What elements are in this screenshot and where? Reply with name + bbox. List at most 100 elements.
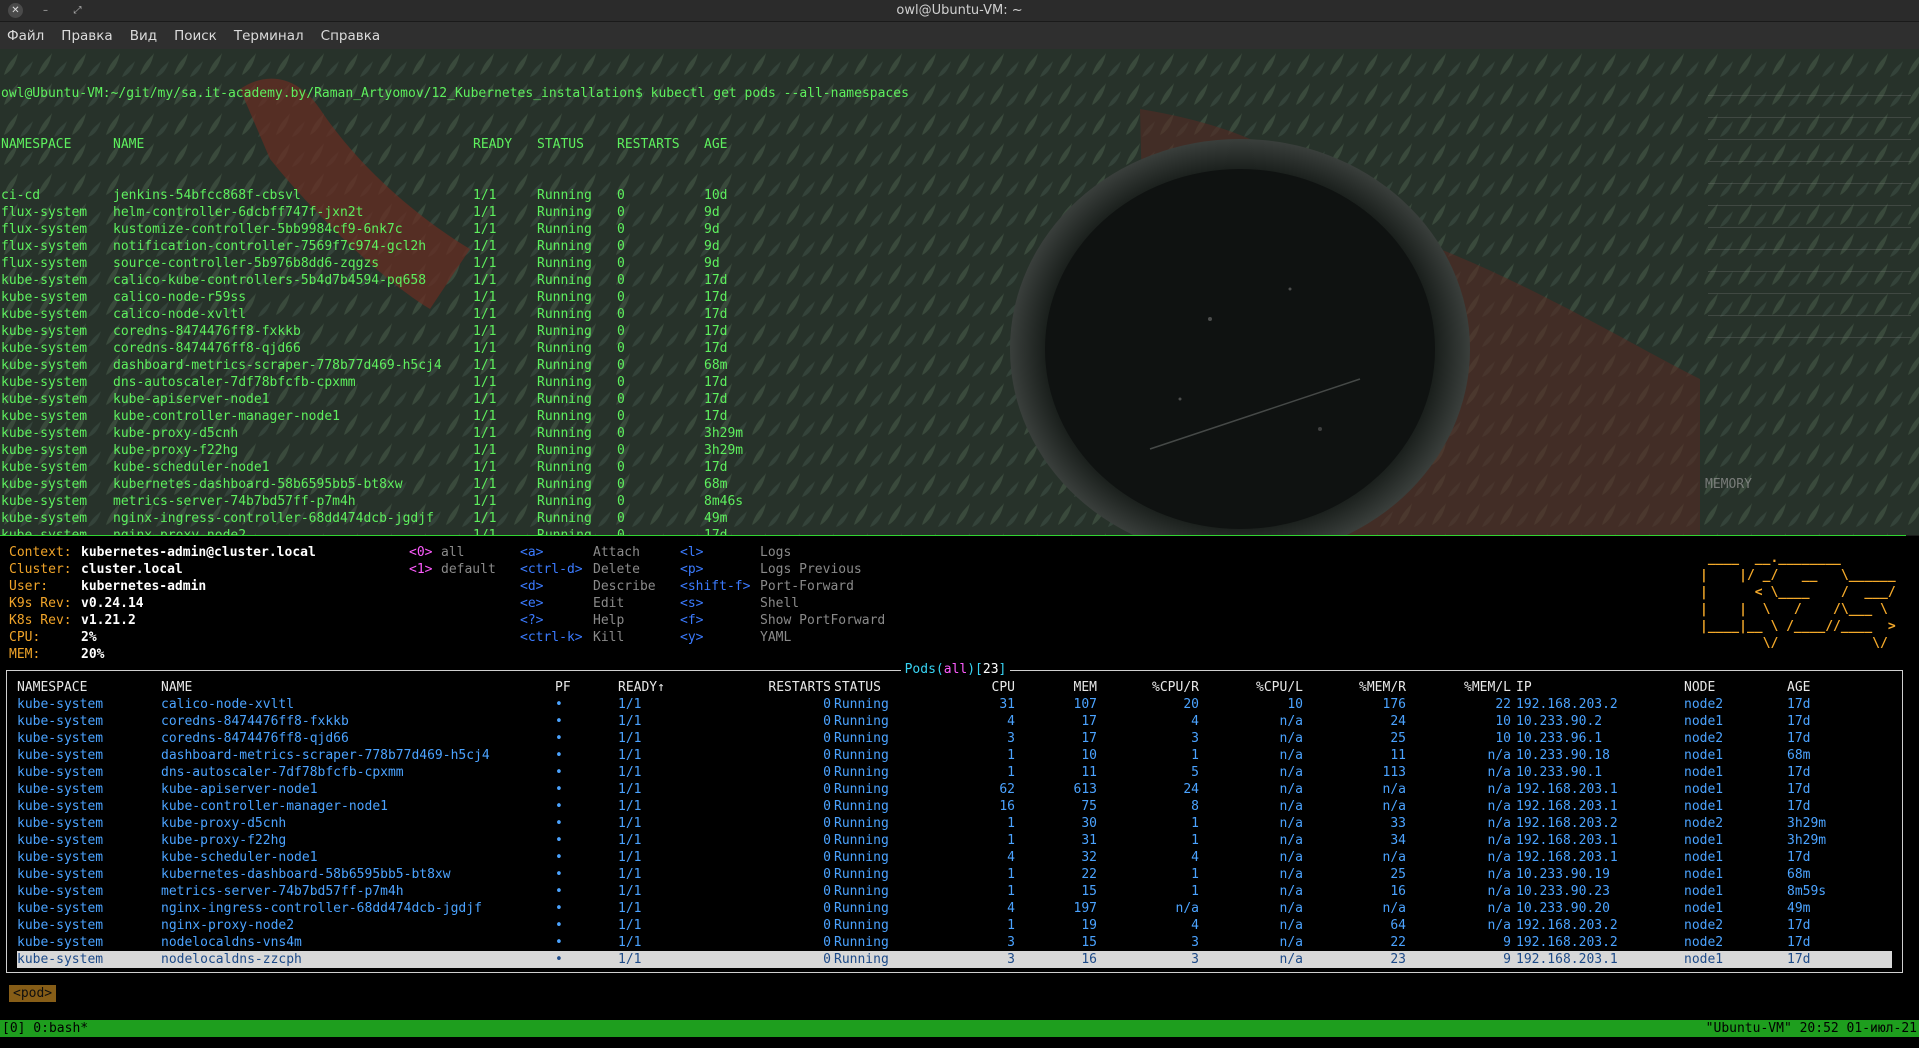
column-header-cpu-r[interactable]: %CPU/R [1111, 679, 1199, 696]
table-row[interactable]: kube-system nodelocaldns-zzcph • 1/1 0 Runnin… [17, 951, 1892, 968]
cell-ready: 1/1 [618, 867, 642, 882]
column-header-mem-r[interactable]: %MEM/R [1318, 679, 1406, 696]
column-header-restarts[interactable]: RESTARTS [747, 679, 831, 696]
kubectl-cell-age: 68m [704, 477, 728, 492]
cell-age: 17d [1787, 782, 1811, 797]
column-header-node[interactable]: NODE [1684, 679, 1774, 696]
kubectl-cell-namespace: kube-system [1, 375, 88, 390]
kubectl-cell-restarts: 0 [617, 494, 625, 509]
cell-status: Running [834, 884, 889, 899]
table-row[interactable]: kube-system coredns-8474476ff8-qjd66 • 1/1 0… [7, 730, 1902, 747]
column-header-status[interactable]: STATUS [834, 679, 924, 696]
tmux-window-list[interactable]: [0] 0:bash* [2, 1020, 88, 1037]
column-header-cpu[interactable]: CPU [945, 679, 1015, 696]
cell-age: 17d [1787, 952, 1811, 967]
key-hint[interactable]: <p> Logs Previous [680, 561, 885, 578]
cell-node: node1 [1684, 952, 1724, 967]
cell-age: 17d [1787, 850, 1811, 865]
column-header-namespace[interactable]: NAMESPACE [17, 679, 127, 696]
kubectl-cell-ready: 1/1 [473, 511, 497, 526]
key-hint-label: Describe [593, 579, 656, 594]
table-row[interactable]: kube-system nginx-ingress-controller-68dd… [7, 900, 1902, 917]
column-header-ready[interactable]: READY↑ [618, 679, 708, 696]
key-hints-primary: <a> Attach <ctrl-d> Delete <d> Describe <e> Edi… [520, 544, 656, 646]
k9s-pane[interactable]: Context: kubernetes-admin@cluster.local Cl… [0, 536, 1919, 1020]
key-hint-key: <?> [520, 613, 544, 628]
key-hint[interactable]: <d> Describe [520, 578, 656, 595]
column-header-ip[interactable]: IP [1516, 679, 1686, 696]
kubectl-cell-namespace: flux-system [1, 222, 88, 237]
command-line: owl@Ubuntu-VM:~/git/my/sa.it-academy.by/… [1, 85, 909, 102]
column-header-age[interactable]: AGE [1787, 679, 1877, 696]
key-hint[interactable]: <f> Show PortForward [680, 612, 885, 629]
menu-edit[interactable]: Правка [61, 28, 112, 44]
table-row[interactable]: kube-system calico-node-xvltl • 1/1 0 Running… [7, 696, 1902, 713]
column-header-mem[interactable]: MEM [1035, 679, 1097, 696]
cell-mem-l: n/a [1487, 816, 1511, 831]
kubectl-cell-restarts: 0 [617, 256, 625, 271]
table-row[interactable]: kube-system kube-proxy-d5cnh • 1/1 0 Running 1… [7, 815, 1902, 832]
breadcrumb-pod[interactable]: <pod> [9, 985, 57, 1002]
table-row[interactable]: kube-system metrics-server-74b7bd57ff-p7m… [7, 883, 1902, 900]
key-hint[interactable]: <l> Logs [680, 544, 885, 561]
key-hint[interactable]: <e> Edit [520, 595, 656, 612]
table-row[interactable]: kube-system dashboard-metrics-scraper-778… [7, 747, 1902, 764]
key-hint[interactable]: <ctrl-d> Delete [520, 561, 656, 578]
key-hint[interactable]: <a> Attach [520, 544, 656, 561]
table-row[interactable]: kube-system nginx-proxy-node2 • 1/1 0 Running… [7, 917, 1902, 934]
column-header-mem-l[interactable]: %MEM/L [1423, 679, 1511, 696]
kubectl-cell-ready: 1/1 [473, 426, 497, 441]
kubectl-cell-ready: 1/1 [473, 290, 497, 305]
table-row[interactable]: kube-system kube-proxy-f22hg • 1/1 0 Running 1… [7, 832, 1902, 849]
table-row[interactable]: kube-system coredns-8474476ff8-fxkkb • 1/1 0… [7, 713, 1902, 730]
cell-name: nodelocaldns-zzcph [161, 952, 302, 967]
key-hint[interactable]: <s> Shell [680, 595, 885, 612]
cell-restarts: 0 [823, 782, 831, 797]
menu-terminal[interactable]: Терминал [234, 28, 304, 44]
cell-name: kube-proxy-d5cnh [161, 816, 287, 831]
namespace-shortcut[interactable]: <1> default [409, 561, 496, 578]
column-header-name[interactable]: NAME [161, 679, 541, 696]
cell-name: dashboard-metrics-scraper-778b77d469-h5c… [161, 748, 490, 763]
kubectl-cell-namespace: kube-system [1, 511, 88, 526]
column-header-pf[interactable]: PF [555, 679, 595, 696]
kubectl-row: flux-system source-controller-5b976b8dd6-… [1, 255, 909, 272]
cell-pf: • [555, 799, 563, 814]
kubectl-cell-status: Running [537, 477, 592, 492]
kubectl-cell-pod-name: calico-kube-controllers-5b4d7b4594-pq658 [113, 273, 427, 288]
cpu-graph-line [1708, 117, 1911, 118]
cell-status: Running [834, 952, 889, 967]
cpu-graph-line [1708, 183, 1911, 184]
table-row[interactable]: kube-system kube-controller-manager-node1… [7, 798, 1902, 815]
kubectl-cell-restarts: 0 [617, 443, 625, 458]
cluster-info-label: Cluster: [9, 562, 72, 577]
table-row[interactable]: kube-system dns-autoscaler-7df78bfcfb-cpx… [7, 764, 1902, 781]
key-hint[interactable]: <y> YAML [680, 629, 885, 646]
table-row[interactable]: kube-system kubernetes-dashboard-58b6595b… [7, 866, 1902, 883]
table-row[interactable]: kube-system kube-scheduler-node1 • 1/1 0 Runn… [7, 849, 1902, 866]
cell-mem: 17 [1081, 714, 1097, 729]
cell-namespace: kube-system [17, 799, 104, 814]
key-hint[interactable]: <ctrl-k> Kill [520, 629, 656, 646]
key-hint-key: <a> [520, 545, 544, 560]
kubectl-cell-pod-name: nginx-ingress-controller-68dd474dcb-jgdj… [113, 511, 434, 526]
menu-search[interactable]: Поиск [174, 28, 217, 44]
key-hint[interactable]: <?> Help [520, 612, 656, 629]
menu-view[interactable]: Вид [130, 28, 157, 44]
cell-cpu-l: n/a [1279, 935, 1303, 950]
cell-pf: • [555, 901, 563, 916]
namespace-shortcut[interactable]: <0> all [409, 544, 496, 561]
cell-restarts: 0 [823, 918, 831, 933]
key-hint[interactable]: <shift-f> Port-Forward [680, 578, 885, 595]
key-hint-key: <s> [680, 596, 704, 611]
kubectl-row: kube-system calico-node-r59ss 1/1 Running 0 1… [1, 289, 909, 306]
menu-file[interactable]: Файл [7, 28, 44, 44]
menu-help[interactable]: Справка [321, 28, 380, 44]
table-row[interactable]: kube-system nodelocaldns-vns4m • 1/1 0 Runnin… [7, 934, 1902, 951]
cell-mem-l: 9 [1503, 935, 1511, 950]
cluster-info-label: User: [9, 579, 49, 594]
table-row[interactable]: kube-system kube-apiserver-node1 • 1/1 0 Runn… [7, 781, 1902, 798]
cell-mem-r: n/a [1382, 799, 1406, 814]
shell-pane[interactable]: MEMORY owl@Ubuntu-VM:~/git/my/sa.it-acad… [0, 49, 1919, 535]
column-header-cpu-l[interactable]: %CPU/L [1215, 679, 1303, 696]
